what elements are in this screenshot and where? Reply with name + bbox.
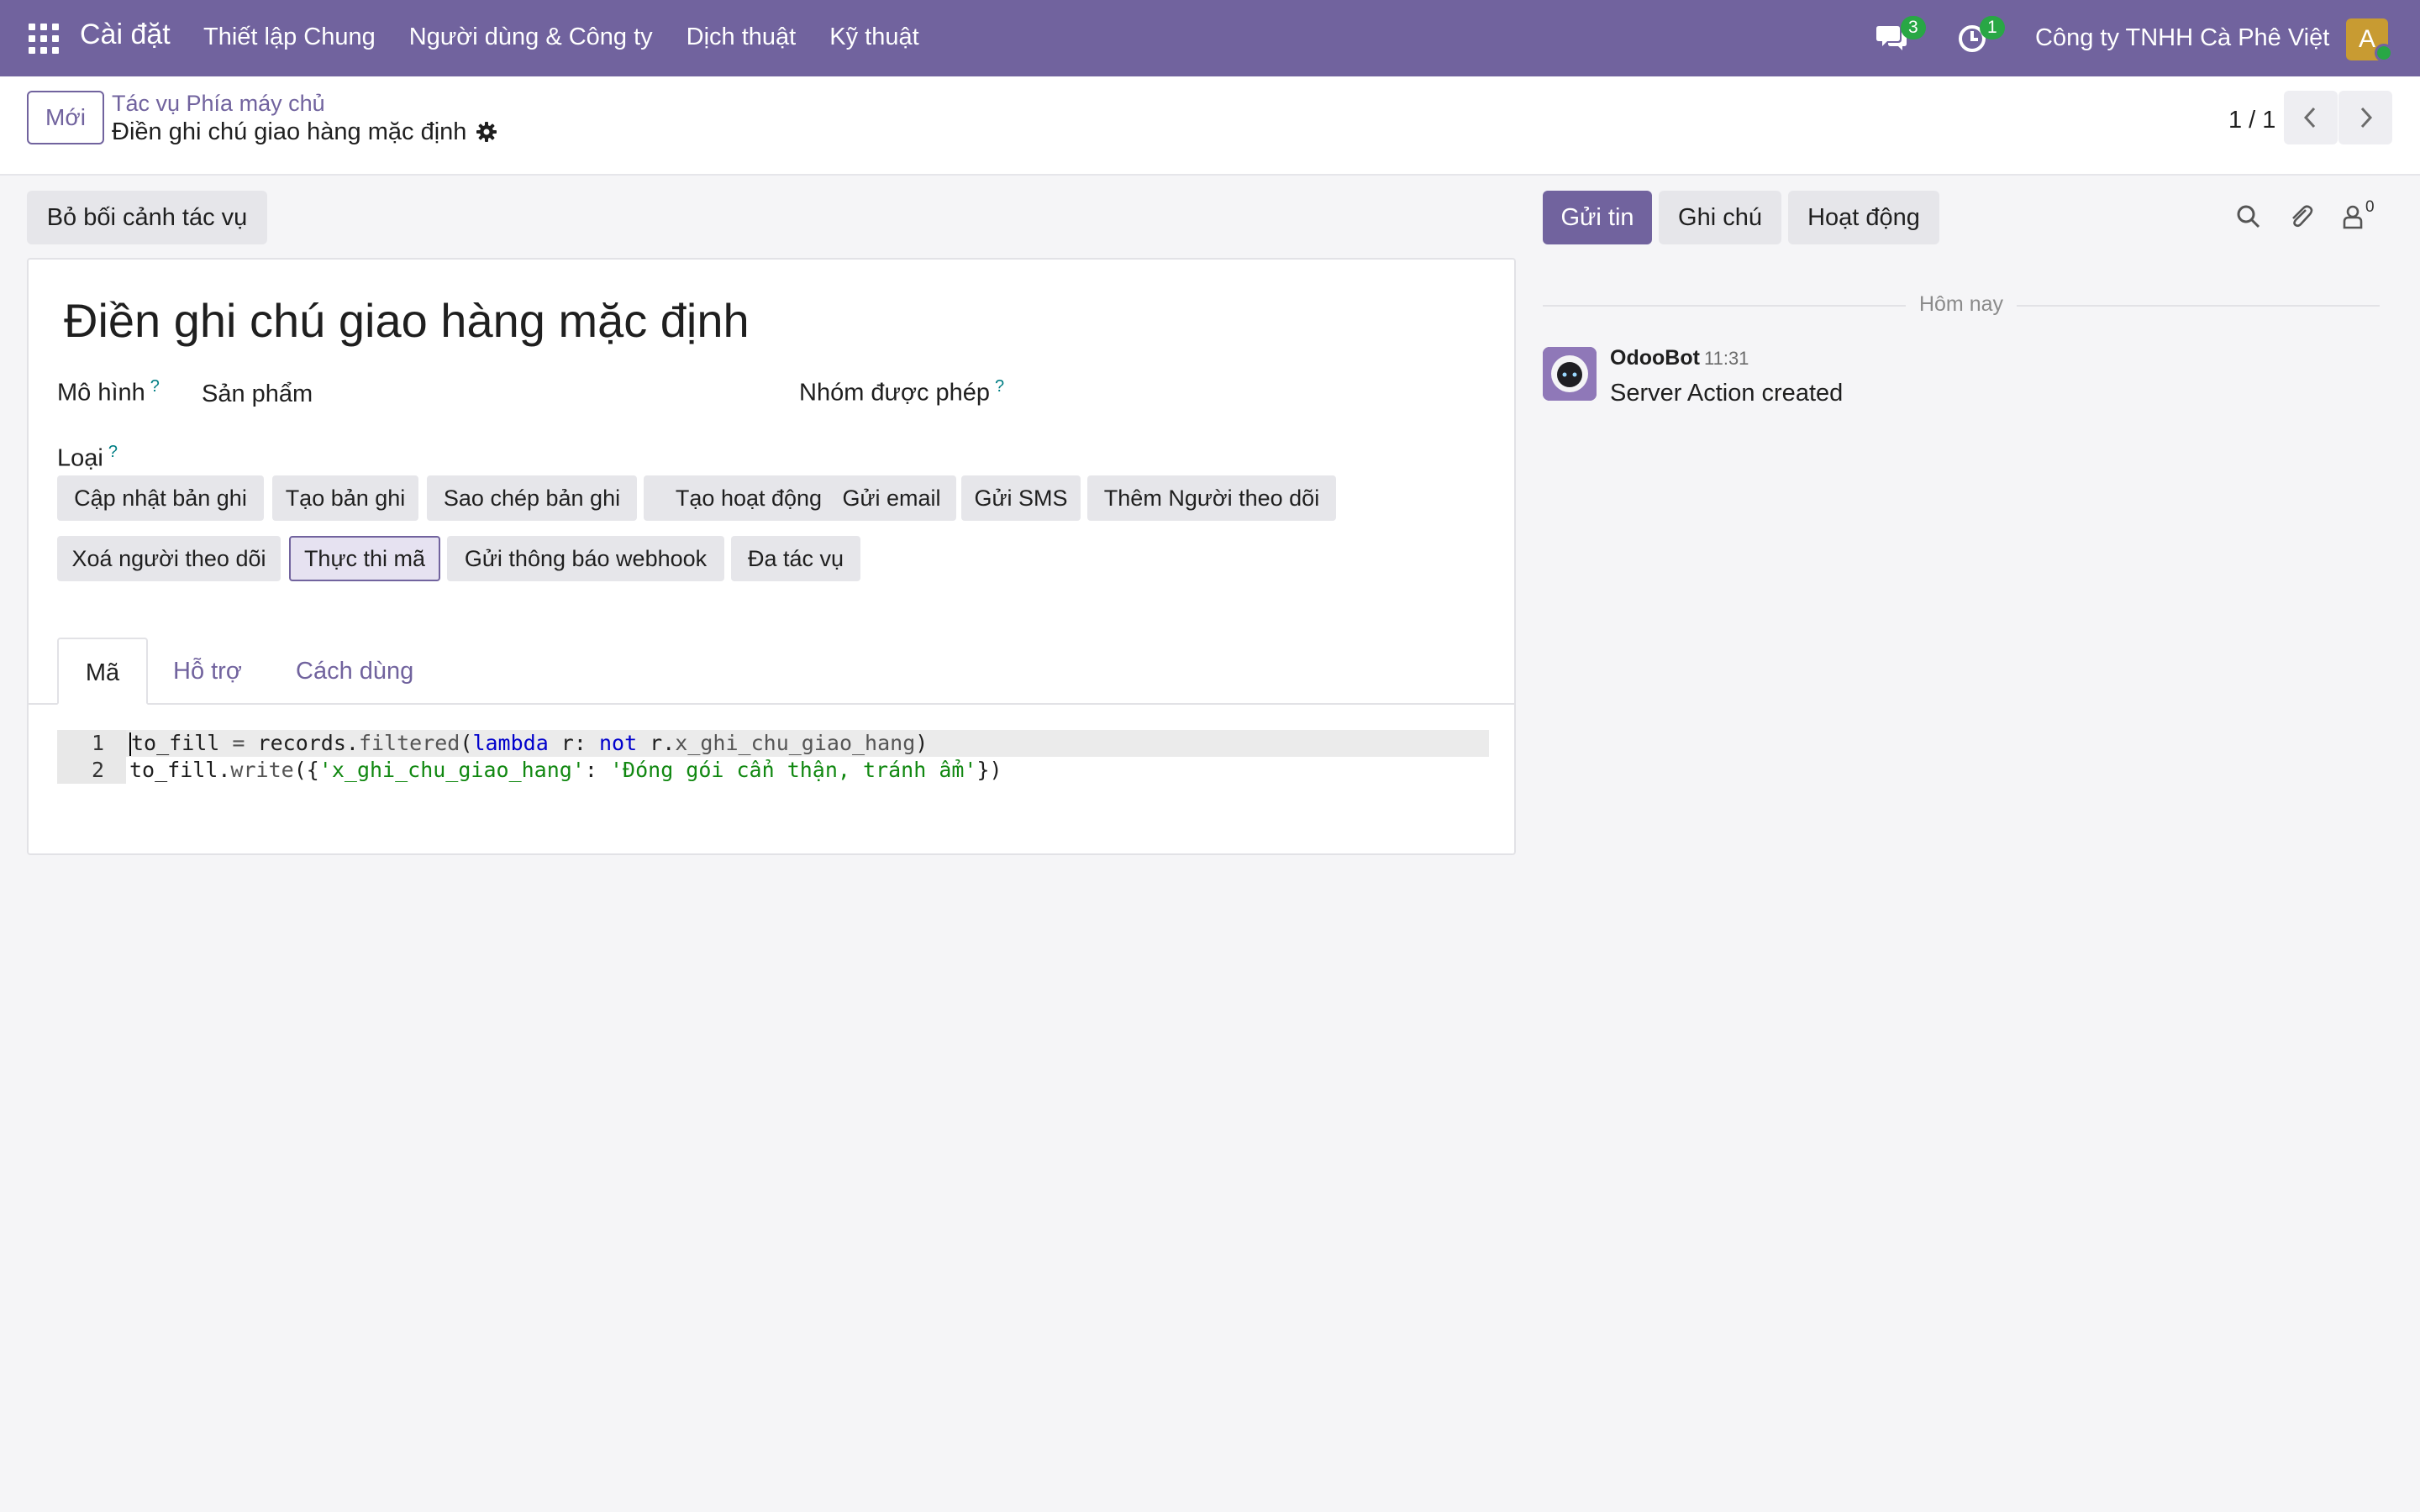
schedule-activity-button[interactable]: Hoạt động <box>1788 191 1939 244</box>
type-option-send-webhook[interactable]: Gửi thông báo webhook <box>447 536 724 581</box>
code-line-1: to_fill = records.filtered(lambda r: not… <box>131 731 929 755</box>
tabs-underline <box>29 703 1514 705</box>
type-option-duplicate-record[interactable]: Sao chép bản ghi <box>427 475 637 521</box>
control-panel: Mới Tác vụ Phía máy chủ Điền ghi chú gia… <box>0 76 2420 176</box>
groups-help-icon[interactable]: ? <box>995 377 1004 396</box>
type-option-send-email[interactable]: Gửi email <box>827 475 956 521</box>
app-title[interactable]: Cài đặt <box>80 18 171 51</box>
allowed-groups-label-text: Nhóm được phép <box>799 379 991 407</box>
form-sheet: Điền ghi chú giao hàng mặc định Mô hình?… <box>27 258 1516 855</box>
type-field-label: Loại? <box>57 443 118 473</box>
search-icon[interactable] <box>2235 203 2262 230</box>
code-line: 2 to_fill.write({'x_ghi_chu_giao_hang': … <box>57 757 1489 784</box>
unbind-context-action-button[interactable]: Bỏ bối cảnh tác vụ <box>27 191 267 244</box>
code-line-2: to_fill.write({'x_ghi_chu_giao_hang': 'Đ… <box>129 758 1002 782</box>
model-field-value[interactable]: Sản phẩm <box>202 381 313 408</box>
line-number: 1 <box>57 730 126 757</box>
message-author[interactable]: OdooBot <box>1610 346 1700 370</box>
type-option-add-followers[interactable]: Thêm Người theo dõi <box>1087 475 1336 521</box>
breadcrumb-current: Điền ghi chú giao hàng mặc định <box>112 118 467 145</box>
date-divider-line <box>2017 305 2380 307</box>
code-editor[interactable]: 1 to_fill = records.filtered(lambda r: n… <box>57 730 1489 784</box>
online-status-dot <box>2375 44 2393 62</box>
type-option-send-sms[interactable]: Gửi SMS <box>961 475 1081 521</box>
app-grid-icon[interactable] <box>29 24 59 54</box>
code-line-text-2[interactable]: to_fill.write({'x_ghi_chu_giao_hang': 'Đ… <box>126 757 1489 784</box>
tab-code[interactable]: Mã <box>57 638 148 705</box>
send-message-button[interactable]: Gửi tin <box>1543 191 1652 244</box>
menu-item-users-companies[interactable]: Người dùng & Công ty <box>409 24 653 51</box>
model-label-text: Mô hình <box>57 379 145 407</box>
type-option-create-record[interactable]: Tạo bản ghi <box>272 475 418 521</box>
message-body: Server Action created <box>1610 380 1844 407</box>
type-help-icon[interactable]: ? <box>108 443 118 461</box>
activities-count-badge: 1 <box>1980 16 2005 39</box>
messages-count-badge: 3 <box>1901 16 1926 39</box>
odoobot-avatar[interactable] <box>1543 347 1597 401</box>
type-option-remove-followers[interactable]: Xoá người theo dõi <box>57 536 281 581</box>
pager-previous-button[interactable] <box>2284 91 2338 144</box>
main-menu: Thiết lập Chung Người dùng & Công ty Dịc… <box>203 24 953 51</box>
paperclip-icon[interactable] <box>2287 203 2314 230</box>
type-option-update-record[interactable]: Cập nhật bản ghi <box>57 475 264 521</box>
record-title[interactable]: Điền ghi chú giao hàng mặc định <box>64 293 750 348</box>
date-divider-label: Hôm nay <box>1918 292 2004 316</box>
type-option-execute-code[interactable]: Thực thi mã <box>289 536 440 581</box>
model-help-icon[interactable]: ? <box>150 377 160 396</box>
menu-item-translations[interactable]: Dịch thuật <box>687 24 797 51</box>
new-record-button[interactable]: Mới <box>27 91 104 144</box>
log-note-button[interactable]: Ghi chú <box>1659 191 1781 244</box>
pager-value[interactable]: 1 / 1 <box>2228 107 2275 134</box>
company-switcher[interactable]: Công ty TNHH Cà Phê Việt <box>2035 24 2329 52</box>
followers-count: 0 <box>2365 198 2375 216</box>
tab-usage[interactable]: Cách dùng <box>296 638 413 705</box>
allowed-groups-label: Nhóm được phép? <box>799 377 1004 407</box>
type-option-multi-action[interactable]: Đa tác vụ <box>731 536 860 581</box>
message-time: 11:31 <box>1704 348 1749 369</box>
menu-item-general-settings[interactable]: Thiết lập Chung <box>203 24 376 51</box>
type-option-create-activity[interactable]: Tạo hoạt động <box>644 475 854 521</box>
model-field-label: Mô hình? <box>57 377 160 407</box>
top-navbar: Cài đặt Thiết lập Chung Người dùng & Côn… <box>0 0 2420 76</box>
chevron-right-icon <box>2360 107 2373 129</box>
type-label-text: Loại <box>57 444 103 472</box>
robot-icon <box>1543 347 1597 401</box>
date-divider-line <box>1543 305 1906 307</box>
code-line-text-1[interactable]: to_fill = records.filtered(lambda r: not… <box>126 730 1489 757</box>
breadcrumb-parent-link[interactable]: Tác vụ Phía máy chủ <box>112 91 325 117</box>
gear-icon[interactable] <box>475 120 498 144</box>
chevron-left-icon <box>2303 107 2316 129</box>
code-line: 1 to_fill = records.filtered(lambda r: n… <box>57 730 1489 757</box>
line-number: 2 <box>57 757 126 784</box>
tab-help[interactable]: Hỗ trợ <box>173 638 242 705</box>
pager-next-button[interactable] <box>2338 91 2392 144</box>
menu-item-technical[interactable]: Kỹ thuật <box>829 24 918 51</box>
followers-icon[interactable] <box>2339 203 2366 230</box>
